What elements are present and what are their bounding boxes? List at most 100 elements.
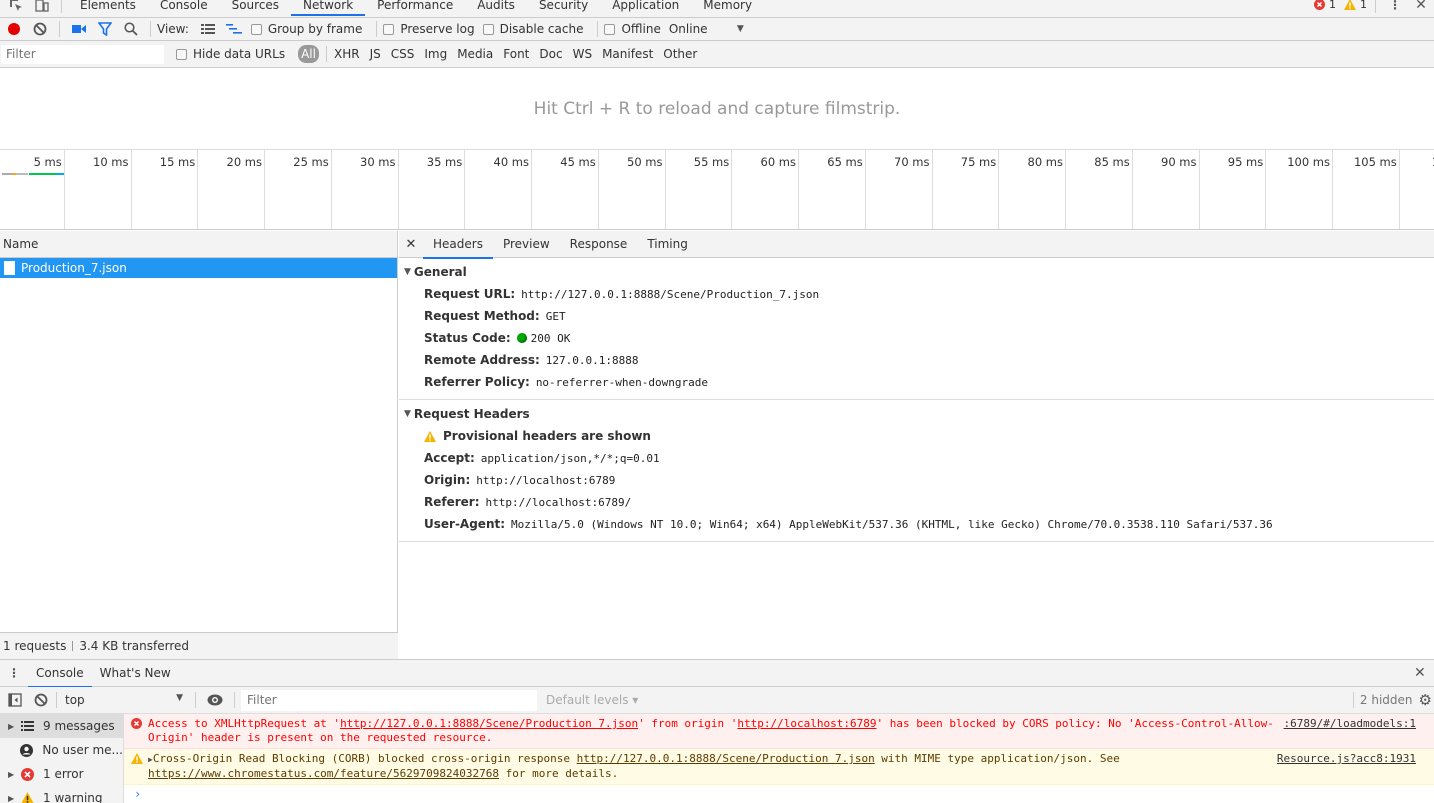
header-value: no-referrer-when-downgrade: [535, 375, 708, 389]
tab-console[interactable]: Console: [148, 0, 220, 14]
error-origin-link[interactable]: http://localhost:6789: [737, 717, 876, 730]
header-value: 200 OK: [530, 331, 571, 345]
console-toolbar: top ▼ Default levels ▾ 2 hidden ⚙: [0, 687, 1434, 714]
detail-tab-headers[interactable]: Headers: [423, 231, 493, 259]
divider: [325, 46, 327, 62]
error-source-link[interactable]: :6789/#/loadmodels:1: [1284, 717, 1416, 731]
header-key: Referrer Policy:: [424, 375, 530, 389]
console-filter-input[interactable]: [241, 689, 537, 711]
filter-type-all[interactable]: All: [298, 45, 319, 63]
header-key: Accept:: [424, 451, 475, 465]
request-row[interactable]: Production_7.json: [0, 258, 397, 278]
warning-count: 1: [1360, 0, 1367, 11]
drawer-tab-what-s-new[interactable]: What's New: [92, 660, 179, 687]
filter-type-img[interactable]: Img: [424, 47, 447, 61]
filter-type-js[interactable]: JS: [370, 47, 381, 61]
device-toolbar-icon[interactable]: [32, 0, 52, 15]
network-toolbar: View: Group by frame Preserve log Disabl…: [0, 18, 1434, 41]
header-row: Remote Address: 127.0.0.1:8888: [399, 349, 1434, 371]
filter-type-doc[interactable]: Doc: [539, 47, 562, 61]
filter-type-media[interactable]: Media: [457, 47, 493, 61]
filter-bar: Hide data URLs All XHR JS CSS Img Media Font Do…: [0, 41, 1434, 68]
timeline-tick: 20 ms: [198, 150, 265, 229]
detail-tab-timing[interactable]: Timing: [637, 231, 698, 258]
header-key: Origin:: [424, 473, 471, 487]
show-sidebar-icon[interactable]: [5, 690, 25, 710]
warning-count-icon[interactable]: 1: [1344, 0, 1371, 11]
console-prompt[interactable]: ›: [124, 787, 1434, 801]
preserve-log-checkbox[interactable]: Preserve log: [383, 22, 475, 36]
filter-type-other[interactable]: Other: [663, 47, 697, 61]
tab-audits[interactable]: Audits: [465, 0, 527, 14]
sidebar-item-messages[interactable]: ▶ 9 messages: [0, 714, 123, 738]
filter-type-css[interactable]: CSS: [391, 47, 415, 61]
group-by-frame-checkbox[interactable]: Group by frame: [250, 22, 362, 36]
timeline-tick: 35 ms: [399, 150, 466, 229]
inspect-element-icon[interactable]: [6, 0, 26, 15]
error-request-link[interactable]: http://127.0.0.1:8888/Scene/Production 7…: [340, 717, 638, 730]
clear-console-icon[interactable]: [31, 690, 51, 710]
filter-type-ws[interactable]: WS: [573, 47, 592, 61]
filter-type-xhr[interactable]: XHR: [334, 47, 360, 61]
tab-application[interactable]: Application: [600, 0, 691, 14]
header-value: 127.0.0.1:8888: [545, 353, 639, 367]
warning-source-link[interactable]: Resource.js?acc8:1931: [1277, 752, 1416, 766]
close-drawer-icon[interactable]: ✕: [1414, 665, 1434, 681]
filter-type-manifest[interactable]: Manifest: [602, 47, 653, 61]
disable-cache-checkbox[interactable]: Disable cache: [482, 22, 583, 36]
live-expression-eye-icon[interactable]: [205, 690, 225, 710]
tab-elements[interactable]: Elements: [68, 0, 148, 14]
triangle-right-icon: ▶: [8, 793, 15, 803]
tab-memory[interactable]: Memory: [691, 0, 764, 14]
throttling-select[interactable]: Online ▼: [669, 22, 744, 36]
overview-waterfall-icon[interactable]: [224, 19, 244, 39]
timeline-tick: 70 ms: [866, 150, 933, 229]
close-details-icon[interactable]: ✕: [399, 237, 423, 252]
console-settings-gear-icon[interactable]: ⚙: [1419, 691, 1432, 709]
warning-request-link[interactable]: http://127.0.0.1:8888/Scene/Production 7…: [577, 752, 875, 765]
close-devtools-icon[interactable]: ✕: [1411, 0, 1431, 15]
general-section-toggle[interactable]: ▼ General: [399, 258, 1434, 283]
detail-tab-response[interactable]: Response: [560, 231, 638, 258]
filter-input[interactable]: [1, 44, 164, 64]
default-levels-select[interactable]: Default levels ▾: [546, 693, 638, 707]
hide-data-urls-checkbox[interactable]: Hide data URLs: [176, 47, 285, 61]
search-icon[interactable]: [121, 19, 141, 39]
tab-network[interactable]: Network: [291, 0, 366, 16]
timeline-overview[interactable]: 5 ms 10 ms 15 ms 20 ms 25 ms 30 ms 35 ms 40 ms 4…: [0, 150, 1434, 230]
warning-chromestatus-link[interactable]: https://www.chromestatus.com/feature/562…: [148, 767, 499, 780]
name-column-header[interactable]: Name: [0, 231, 397, 258]
header-key: Remote Address:: [424, 353, 540, 367]
timeline-tick: 45 ms: [532, 150, 599, 229]
timeline-tick: 100 ms: [1266, 150, 1333, 229]
drawer-tab-console[interactable]: Console: [28, 660, 92, 688]
filter-icon[interactable]: [95, 19, 115, 39]
detail-tabs: ✕ Headers Preview Response Timing: [399, 231, 1434, 259]
tab-sources[interactable]: Sources: [220, 0, 291, 14]
console-error-message: Access to XMLHttpRequest at 'http://127.…: [124, 714, 1434, 749]
header-value: application/json,*/*;q=0.01: [480, 451, 660, 465]
sidebar-item-user-messages[interactable]: No user me...: [0, 738, 123, 762]
drawer-tabs: ⋮ Console What's New ✕: [0, 659, 1434, 688]
sidebar-item-warnings[interactable]: ▶ 1 warning: [0, 786, 123, 803]
hidden-count: 2 hidden: [1359, 693, 1413, 707]
drawer-menu-icon[interactable]: ⋮: [0, 666, 28, 680]
timeline-tick: 25 ms: [265, 150, 332, 229]
error-count-icon[interactable]: 1: [1314, 0, 1340, 11]
tab-performance[interactable]: Performance: [365, 0, 465, 14]
capture-screenshots-icon[interactable]: [69, 19, 89, 39]
large-rows-icon[interactable]: [198, 19, 218, 39]
request-list-panel: Name Production_7.json 1 requests 3.4 KB…: [0, 231, 398, 659]
offline-checkbox[interactable]: Offline: [604, 22, 661, 36]
context-select[interactable]: top ▼: [59, 693, 189, 707]
more-options-icon[interactable]: ⋮: [1385, 0, 1405, 15]
header-value: http://localhost:6789: [476, 473, 616, 487]
console-sidebar: ▶ 9 messages No user me... ▶ 1 error ▶ 1…: [0, 714, 124, 803]
detail-tab-preview[interactable]: Preview: [493, 231, 560, 258]
sidebar-item-errors[interactable]: ▶ 1 error: [0, 762, 123, 786]
clear-icon[interactable]: [30, 19, 50, 39]
request-headers-toggle[interactable]: ▼ Request Headers: [399, 400, 1434, 425]
tab-security[interactable]: Security: [527, 0, 600, 14]
record-icon[interactable]: [4, 19, 24, 39]
filter-type-font[interactable]: Font: [503, 47, 529, 61]
